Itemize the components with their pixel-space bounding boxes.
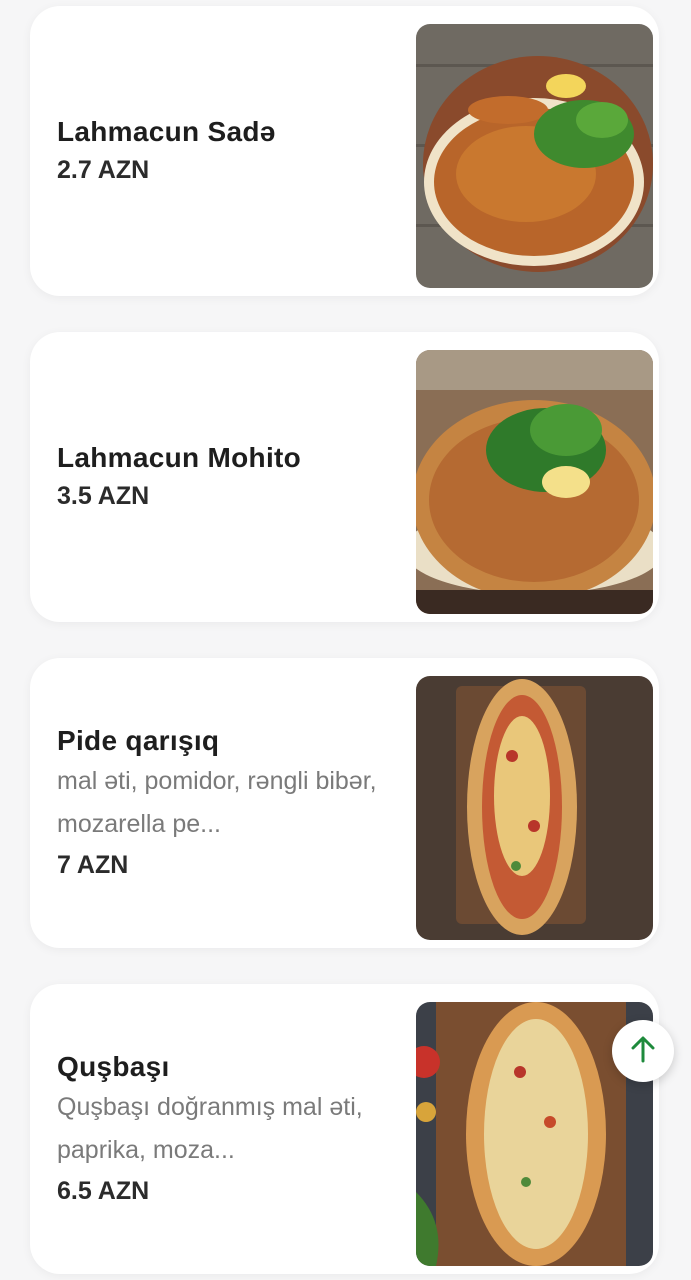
menu-item-name: Lahmacun Mohito [57, 442, 302, 473]
menu-item-info: Quşbaşı Quşbaşı doğranmış mal əti, papri… [57, 984, 387, 1274]
menu-item-card[interactable]: Pide qarışıq mal əti, pomidor, rəngli bi… [30, 658, 659, 948]
scroll-to-top-button[interactable] [612, 1020, 674, 1082]
menu-item-name: Pide qarışıq [57, 725, 220, 756]
menu-item-description: mal əti, pomidor, rəngli bibər, mozarell… [57, 767, 377, 838]
menu-item-price: 6.5 AZN [57, 1177, 150, 1205]
menu-item-image [416, 350, 653, 614]
menu-item-card[interactable]: Lahmacun Sadə 2.7 AZN [30, 6, 659, 296]
menu-item-name: Lahmacun Sadə [57, 116, 276, 147]
menu-item-price: 3.5 AZN [57, 482, 150, 510]
menu-item-info: Lahmacun Sadə 2.7 AZN [57, 6, 387, 296]
menu-item-image [416, 676, 653, 940]
menu-item-price: 2.7 AZN [57, 156, 150, 184]
menu-item-price: 7 AZN [57, 851, 129, 879]
arrow-up-icon [628, 1034, 658, 1069]
menu-item-card[interactable]: Lahmacun Mohito 3.5 AZN [30, 332, 659, 622]
menu-item-info: Lahmacun Mohito 3.5 AZN [57, 332, 387, 622]
menu-item-name: Quşbaşı [57, 1051, 170, 1082]
menu-item-info: Pide qarışıq mal əti, pomidor, rəngli bi… [57, 658, 387, 948]
menu-item-card[interactable]: Quşbaşı Quşbaşı doğranmış mal əti, papri… [30, 984, 659, 1274]
menu-item-description: Quşbaşı doğranmış mal əti, paprika, moza… [57, 1093, 363, 1164]
menu-item-image [416, 24, 653, 288]
